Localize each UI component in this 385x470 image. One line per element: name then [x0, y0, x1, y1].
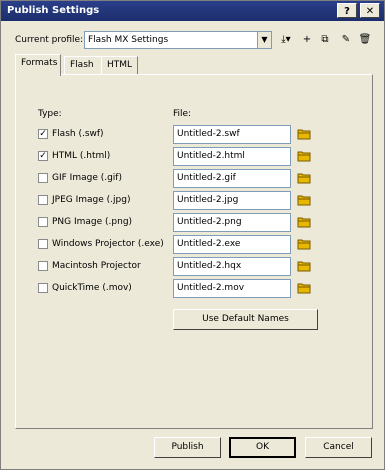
format-label: GIF Image (.gif) [52, 173, 122, 183]
folder-icon[interactable] [297, 282, 311, 294]
close-button[interactable]: ✕ [360, 3, 380, 18]
use-default-names-button[interactable]: Use Default Names [173, 309, 318, 330]
format-checkbox[interactable] [38, 195, 48, 205]
format-label: Flash (.swf) [52, 129, 104, 139]
folder-icon[interactable] [297, 172, 311, 184]
current-profile-value: Flash MX Settings [88, 35, 169, 45]
folder-icon[interactable] [297, 150, 311, 162]
import-export-icon[interactable]: ⤓▾ [275, 31, 297, 49]
format-filename-field[interactable]: Untitled-2.swf [173, 125, 291, 144]
window-title: Publish Settings [7, 5, 100, 16]
current-profile-select[interactable]: Flash MX Settings ▼ [84, 31, 272, 49]
format-filename-field[interactable]: Untitled-2.gif [173, 169, 291, 188]
format-checkbox[interactable]: ✓ [38, 151, 48, 161]
title-bar[interactable]: Publish Settings ? ✕ [1, 1, 384, 21]
format-label: JPEG Image (.jpg) [52, 195, 131, 205]
publish-button[interactable]: Publish [154, 437, 221, 458]
tab-formats[interactable]: Formats [15, 54, 61, 76]
tab-html[interactable]: HTML [101, 56, 138, 75]
publish-settings-dialog: Publish Settings ? ✕ Current profile: Fl… [0, 0, 385, 470]
format-label: PNG Image (.png) [52, 217, 133, 227]
delete-profile-icon[interactable]: 🗑 [357, 31, 373, 49]
format-filename-field[interactable]: Untitled-2.html [173, 147, 291, 166]
format-filename-field[interactable]: Untitled-2.mov [173, 279, 291, 298]
type-column-header: Type: [38, 109, 62, 119]
help-button[interactable]: ? [337, 3, 357, 18]
folder-icon[interactable] [297, 194, 311, 206]
add-profile-icon[interactable]: + [299, 31, 315, 49]
format-label: HTML (.html) [52, 151, 111, 161]
folder-icon[interactable] [297, 128, 311, 140]
duplicate-profile-icon[interactable]: ⧉ [317, 31, 333, 49]
file-column-header: File: [173, 109, 192, 119]
format-checkbox[interactable] [38, 239, 48, 249]
folder-icon[interactable] [297, 260, 311, 272]
profile-properties-icon[interactable]: ✎ [338, 31, 354, 49]
chevron-down-icon[interactable]: ▼ [257, 32, 271, 48]
format-checkbox[interactable] [38, 217, 48, 227]
folder-icon[interactable] [297, 216, 311, 228]
format-filename-field[interactable]: Untitled-2.png [173, 213, 291, 232]
format-filename-field[interactable]: Untitled-2.exe [173, 235, 291, 254]
folder-icon[interactable] [297, 238, 311, 250]
format-checkbox[interactable] [38, 283, 48, 293]
format-checkbox[interactable] [38, 173, 48, 183]
format-checkbox[interactable]: ✓ [38, 129, 48, 139]
format-filename-field[interactable]: Untitled-2.jpg [173, 191, 291, 210]
cancel-button[interactable]: Cancel [305, 437, 372, 458]
format-label: Macintosh Projector [52, 261, 141, 271]
tab-flash[interactable]: Flash [64, 56, 103, 75]
format-filename-field[interactable]: Untitled-2.hqx [173, 257, 291, 276]
format-label: QuickTime (.mov) [52, 283, 132, 293]
current-profile-label: Current profile: [15, 35, 84, 45]
format-label: Windows Projector (.exe) [52, 239, 164, 249]
format-checkbox[interactable] [38, 261, 48, 271]
ok-button[interactable]: OK [229, 437, 296, 458]
